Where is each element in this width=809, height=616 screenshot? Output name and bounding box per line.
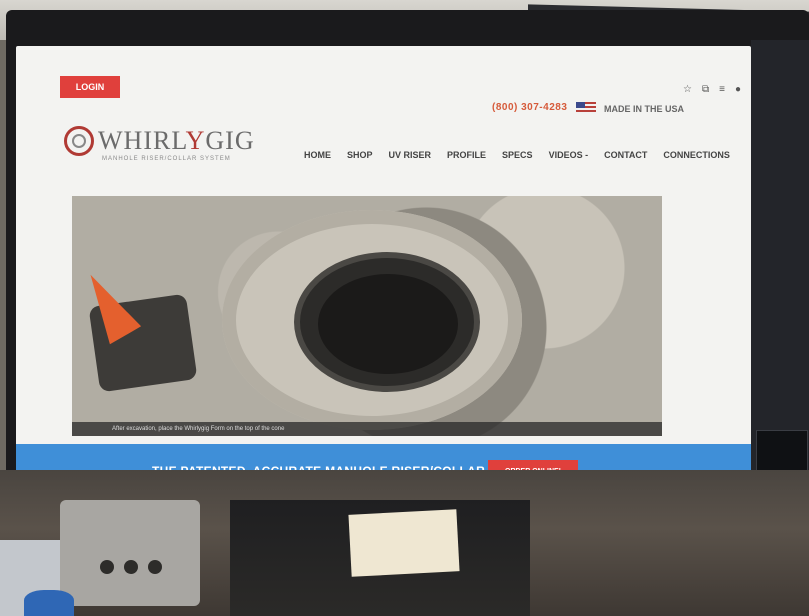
made-in-usa-label: MADE IN THE USA <box>604 104 685 114</box>
profile-icon[interactable]: ● <box>735 84 741 95</box>
nav-home[interactable]: HOME <box>304 150 331 160</box>
nav-shop[interactable]: SHOP <box>347 150 373 160</box>
speaker <box>60 500 200 606</box>
nav-contact[interactable]: CONTACT <box>604 150 647 160</box>
hero-caption: After excavation, place the Whirlygig Fo… <box>72 422 662 436</box>
paper-note <box>348 509 460 577</box>
menu-icon[interactable]: ≡ <box>719 84 725 95</box>
knob-icon <box>148 560 162 574</box>
login-button[interactable]: LOGIN <box>60 76 120 98</box>
knob-icon <box>124 560 138 574</box>
browser-toolbar: ☆ ⧉ ≡ ● <box>683 84 741 95</box>
nav-uv-riser[interactable]: UV RISER <box>389 150 432 160</box>
extensions-icon[interactable]: ⧉ <box>702 84 709 95</box>
main-nav: HOME SHOP UV RISER PROFILE SPECS VIDEOS … <box>304 150 730 160</box>
nav-videos[interactable]: VIDEOS - <box>549 150 589 160</box>
blue-object <box>24 590 74 616</box>
hero-manhole-opening <box>318 274 458 374</box>
phone-number[interactable]: (800) 307-4283 <box>492 102 567 113</box>
logo-target-icon <box>64 126 94 156</box>
nav-connections[interactable]: CONNECTIONS <box>663 150 730 160</box>
hero-slider[interactable]: After excavation, place the Whirlygig Fo… <box>72 196 662 436</box>
site-logo[interactable]: WHIRLYGIG <box>64 126 255 156</box>
star-icon[interactable]: ☆ <box>683 84 692 95</box>
monitor: LOGIN ☆ ⧉ ≡ ● (800) 307-4283 MADE IN THE… <box>6 10 809 520</box>
nav-specs[interactable]: SPECS <box>502 150 533 160</box>
us-flag-icon <box>576 102 596 114</box>
logo-wordmark: WHIRLYGIG <box>98 126 255 155</box>
utility-bar <box>16 46 751 90</box>
nav-profile[interactable]: PROFILE <box>447 150 486 160</box>
logo-tagline: MANHOLE RISER/COLLAR SYSTEM <box>102 156 231 162</box>
browser-viewport: LOGIN ☆ ⧉ ≡ ● (800) 307-4283 MADE IN THE… <box>16 46 751 516</box>
knob-icon <box>100 560 114 574</box>
